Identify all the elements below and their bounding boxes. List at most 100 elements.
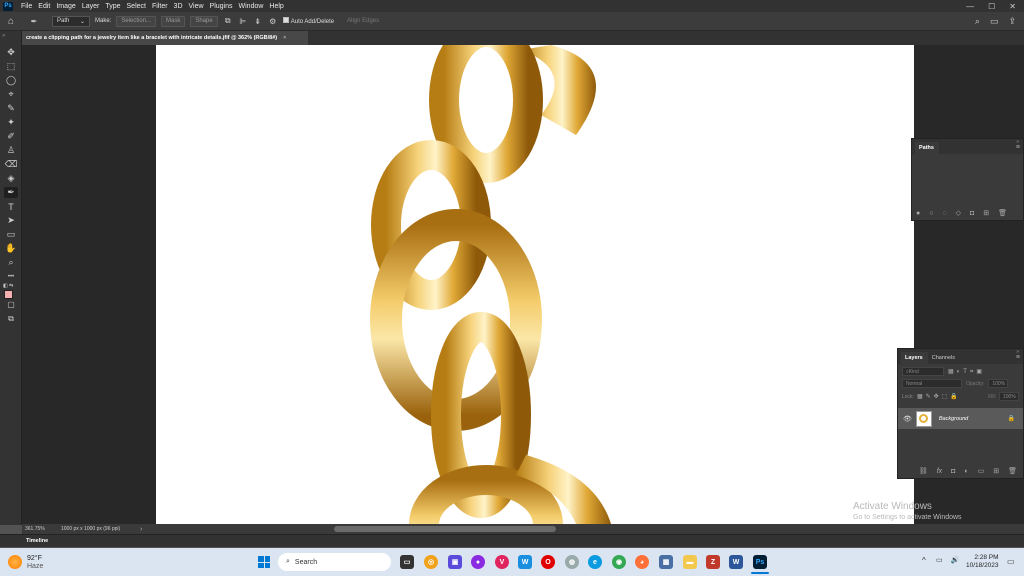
app-icon-2[interactable]: ▣: [448, 555, 462, 569]
lasso-tool-icon[interactable]: ◯: [4, 75, 18, 86]
new-path-icon[interactable]: ⊞: [983, 209, 989, 217]
lock-icons[interactable]: ▦✎✥⬚🔒: [917, 393, 961, 400]
app-icon-5[interactable]: W: [518, 555, 532, 569]
stamp-tool-icon[interactable]: ♙: [4, 145, 18, 156]
status-arrow-icon[interactable]: ›: [140, 526, 142, 533]
layer-kind-filter[interactable]: ⌕ Kind: [902, 367, 944, 376]
fill-input[interactable]: 100%: [999, 392, 1019, 401]
document-tab[interactable]: create a clipping path for a jewelry ite…: [22, 31, 308, 45]
auto-add-delete-checkbox[interactable]: Auto Add/Delete: [282, 17, 334, 25]
path-operations-icon[interactable]: ⧉: [223, 16, 233, 26]
eye-icon[interactable]: 👁: [903, 415, 912, 423]
make-selection-button[interactable]: Selection...: [116, 15, 157, 27]
photoshop-taskbar-icon[interactable]: Ps: [753, 555, 767, 569]
new-layer-icon[interactable]: ⊞: [993, 467, 999, 475]
windows-start-icon[interactable]: [258, 556, 270, 568]
app-icon-1[interactable]: ◎: [424, 555, 438, 569]
tab-paths[interactable]: Paths: [915, 142, 939, 154]
lock-icon[interactable]: 🔒: [1008, 415, 1015, 422]
new-group-icon[interactable]: ▭: [978, 467, 985, 475]
adjustment-layer-icon[interactable]: ◐: [964, 468, 968, 475]
opera-icon[interactable]: O: [541, 555, 555, 569]
healing-brush-tool-icon[interactable]: ✦: [4, 117, 18, 128]
filter-icons[interactable]: ▦◐T⌗▣: [948, 368, 985, 376]
eyedropper-tool-icon[interactable]: ✎: [4, 103, 18, 114]
tool-mode-select[interactable]: Path ⌄: [52, 15, 90, 27]
weather-icon[interactable]: [8, 555, 22, 569]
default-colors-icon[interactable]: ◧ ⇆: [3, 283, 13, 289]
tab-channels[interactable]: Channels: [928, 355, 960, 364]
panel-menu-icon[interactable]: ≡: [1016, 354, 1023, 364]
app-icon-3[interactable]: ●: [471, 555, 485, 569]
path-alignment-icon[interactable]: ⊫: [238, 16, 248, 26]
tab-layers[interactable]: Layers: [901, 352, 928, 364]
delete-path-icon[interactable]: 🗑: [998, 209, 1007, 217]
magic-wand-tool-icon[interactable]: ⌖: [4, 89, 18, 100]
share-icon[interactable]: ⇪: [1008, 16, 1016, 27]
menu-edit[interactable]: Edit: [35, 3, 53, 10]
zoom-tool-icon[interactable]: ⌕: [4, 257, 18, 268]
rectangle-tool-icon[interactable]: ▭: [4, 229, 18, 240]
pen-tool-icon[interactable]: ✒: [4, 187, 18, 198]
path-selection-tool-icon[interactable]: ➤: [4, 215, 18, 226]
collapse-icon[interactable]: »: [1016, 349, 1019, 355]
quick-mask-icon[interactable]: ▢: [4, 299, 18, 310]
fill-path-icon[interactable]: ●: [916, 210, 920, 217]
vivaldi-icon[interactable]: V: [495, 555, 509, 569]
brush-tool-icon[interactable]: ✐: [4, 131, 18, 142]
pen-tool-preset-icon[interactable]: ✒: [29, 16, 39, 26]
menu-select[interactable]: Select: [124, 3, 149, 10]
type-tool-icon[interactable]: T: [4, 201, 18, 212]
collapse-icon[interactable]: »: [2, 33, 5, 39]
task-view-icon[interactable]: ▭: [400, 555, 414, 569]
menu-3d[interactable]: 3D: [171, 3, 186, 10]
clock[interactable]: 2:28 PM 10/18/2023: [966, 554, 999, 570]
workspace-icon[interactable]: ▭: [990, 16, 999, 27]
search-icon[interactable]: ⌕: [975, 16, 980, 27]
close-icon[interactable]: ✕: [1009, 2, 1016, 11]
marquee-tool-icon[interactable]: ⬚: [4, 61, 18, 72]
load-path-selection-icon[interactable]: ◌: [942, 210, 946, 217]
path-arrangement-icon[interactable]: ⇟: [253, 16, 263, 26]
chrome-icon[interactable]: ◉: [612, 555, 626, 569]
menu-window[interactable]: Window: [236, 3, 267, 10]
foreground-color-swatch[interactable]: [4, 290, 13, 299]
fx-icon[interactable]: fx: [937, 468, 942, 475]
link-layers-icon[interactable]: ⛓: [919, 467, 928, 475]
tray-overflow-icon[interactable]: ^: [922, 556, 926, 565]
menu-type[interactable]: Type: [102, 3, 123, 10]
panel-menu-icon[interactable]: ≡: [1016, 144, 1023, 154]
menu-layer[interactable]: Layer: [79, 3, 103, 10]
make-mask-button[interactable]: Mask: [161, 15, 186, 27]
filezilla-icon[interactable]: Z: [706, 555, 720, 569]
delete-layer-icon[interactable]: 🗑: [1008, 467, 1017, 475]
add-mask-icon[interactable]: ◘: [970, 210, 974, 217]
dodge-tool-icon[interactable]: ◈: [4, 173, 18, 184]
align-edges-checkbox[interactable]: Align Edges: [347, 18, 379, 24]
home-icon[interactable]: ⌂: [6, 16, 16, 27]
app-icon-7[interactable]: ◍: [565, 555, 579, 569]
close-tab-icon[interactable]: ×: [283, 35, 286, 41]
gear-icon[interactable]: ⚙: [268, 16, 278, 26]
weather-widget[interactable]: 92°F Haze: [27, 555, 43, 571]
menu-file[interactable]: File: [18, 3, 35, 10]
menu-plugins[interactable]: Plugins: [207, 3, 236, 10]
layer-row-background[interactable]: 👁 Background 🔒: [898, 408, 1023, 429]
move-tool-icon[interactable]: ✥: [4, 47, 18, 58]
taskbar-search-box[interactable]: ⌕ Search: [278, 553, 391, 571]
screen-mode-icon[interactable]: ⧉: [4, 313, 18, 324]
calculator-icon[interactable]: ▦: [659, 555, 673, 569]
document-canvas[interactable]: [156, 45, 914, 524]
hand-tool-icon[interactable]: ✋: [4, 243, 18, 254]
layer-name[interactable]: Background: [939, 416, 968, 422]
file-explorer-icon[interactable]: ▬: [683, 555, 697, 569]
menu-image[interactable]: Image: [53, 3, 78, 10]
add-mask-icon[interactable]: ◘: [951, 468, 955, 475]
eraser-tool-icon[interactable]: ⌫: [4, 159, 18, 170]
make-work-path-icon[interactable]: ◇: [956, 209, 961, 217]
notification-icon[interactable]: ▭: [1007, 557, 1015, 566]
menu-view[interactable]: View: [186, 3, 207, 10]
menu-filter[interactable]: Filter: [149, 3, 171, 10]
timeline-tab[interactable]: Timeline: [26, 538, 48, 544]
stroke-path-icon[interactable]: ○: [929, 210, 933, 217]
